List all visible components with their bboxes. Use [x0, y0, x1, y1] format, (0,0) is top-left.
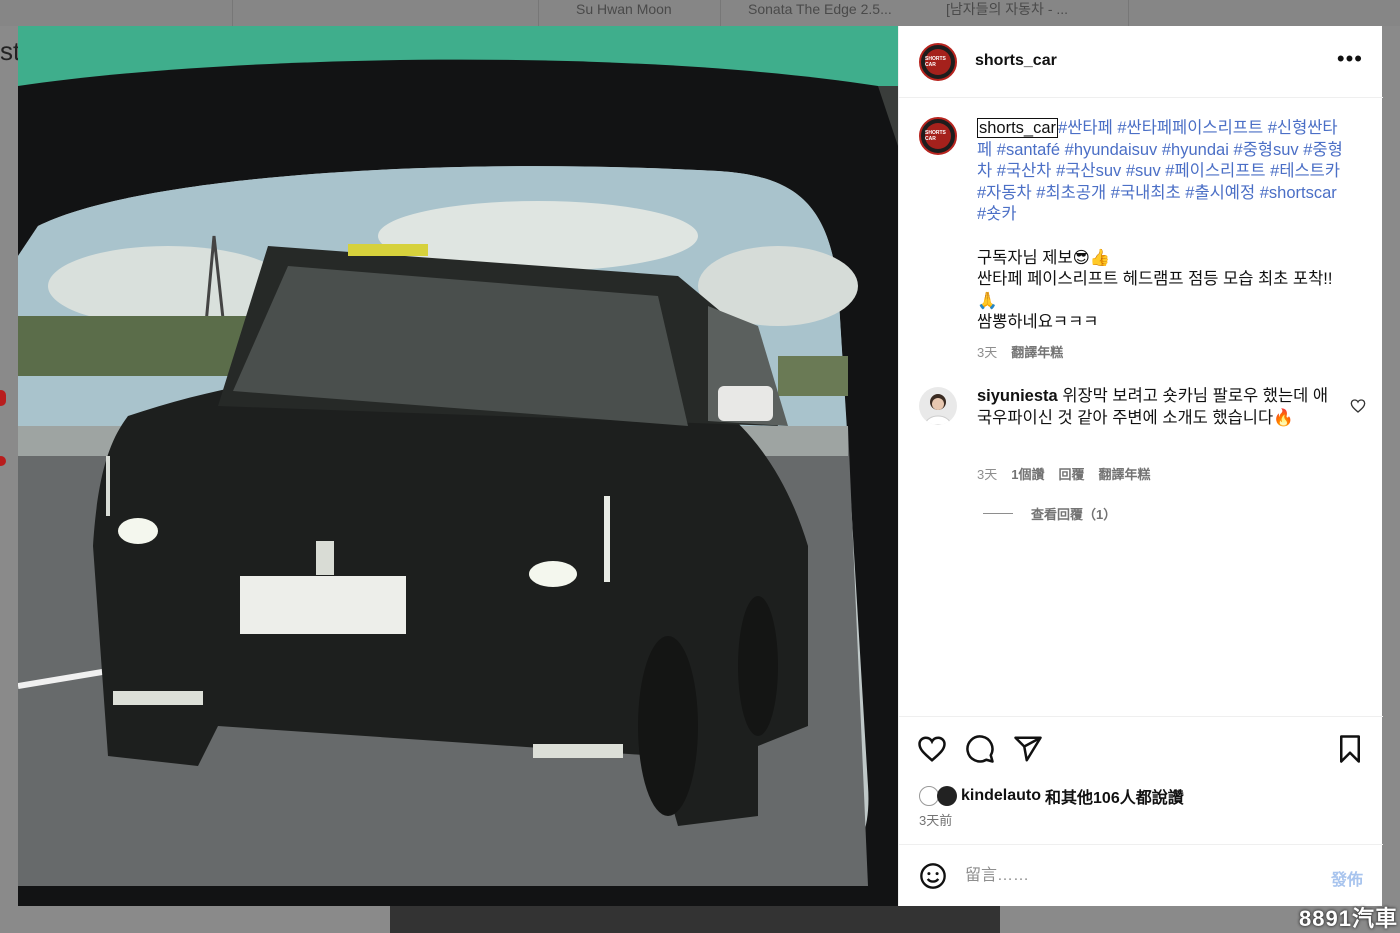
caption-username[interactable]: shorts_car: [977, 118, 1059, 138]
liker-avatar: [937, 786, 957, 806]
more-horizontal-icon[interactable]: •••: [1337, 48, 1363, 70]
caption-time[interactable]: 3天: [977, 342, 997, 361]
watermark-logo: 8891汽車: [1299, 906, 1398, 931]
first-liker[interactable]: kindelauto: [961, 787, 1041, 805]
comment-icon[interactable]: [965, 734, 995, 764]
background-tab[interactable]: Su Hwan Moon: [576, 0, 716, 26]
post-caption: shorts_car #싼타페 #싼타페페이스리프트 #신형싼타페 #santaf…: [977, 118, 1349, 334]
post-modal: SHORTS CAR shorts_car ••• SHORTS CAR sho…: [18, 26, 1383, 906]
post-actions: [899, 716, 1383, 776]
replies-divider: [983, 513, 1013, 514]
post-time[interactable]: 3天前: [919, 810, 952, 829]
post-comment-button[interactable]: 發佈: [1331, 866, 1363, 890]
view-replies-button[interactable]: 查看回覆（1）: [983, 504, 1116, 523]
post-username[interactable]: shorts_car: [975, 52, 1057, 70]
post-header: SHORTS CAR shorts_car •••: [899, 26, 1383, 98]
background-marker: [0, 390, 6, 406]
comment-meta: 3天 1個讚 回覆 翻譯年糕: [977, 464, 1151, 483]
smiley-icon[interactable]: [919, 862, 947, 890]
comment-box: 發佈: [899, 844, 1383, 906]
caption-body: 구독자님 제보😎👍 싼타페 페이스리프트 헤드램프 점등 모습 최초 포착!!🙏…: [977, 248, 1333, 332]
background-image: [390, 905, 1000, 933]
comment: siyuniesta 위장막 보려고 숏카님 팔로우 했는데 애국우파이신 것 …: [977, 386, 1337, 429]
comment-translate-link[interactable]: 翻譯年糕: [1098, 464, 1150, 483]
commenter-avatar[interactable]: [919, 387, 957, 425]
background-tab[interactable]: Sonata The Edge 2.5...: [748, 0, 908, 26]
profile-avatar[interactable]: SHORTS CAR: [919, 43, 957, 81]
paper-plane-icon[interactable]: [1013, 734, 1043, 764]
background-tab[interactable]: [남자들의 자동차 - ...: [946, 0, 1116, 26]
comment-time[interactable]: 3天: [977, 464, 997, 483]
caption-translate-link[interactable]: 翻譯年糕: [1011, 342, 1063, 361]
caption-meta: 3天 翻譯年糕: [977, 342, 1063, 361]
side-mirror-photo: [18, 26, 898, 906]
background-marker: [0, 456, 6, 466]
bookmark-icon[interactable]: [1335, 734, 1365, 764]
comment-likes[interactable]: 1個讚: [1011, 464, 1044, 483]
liker-avatar: [919, 786, 939, 806]
comment-reply-link[interactable]: 回覆: [1058, 464, 1084, 483]
likes-count-text[interactable]: 和其他106人都說讚: [1045, 784, 1184, 808]
view-replies-label: 查看回覆（1）: [1031, 507, 1117, 522]
comment-username[interactable]: siyuniesta: [977, 387, 1058, 405]
post-photo[interactable]: [18, 26, 898, 906]
post-side-panel: SHORTS CAR shorts_car ••• SHORTS CAR sho…: [898, 26, 1383, 906]
heart-icon[interactable]: [917, 734, 947, 764]
background-tab-bar: Su Hwan Moon Sonata The Edge 2.5... [남자들…: [0, 0, 1400, 26]
likes-summary: kindelauto 和其他106人都說讚: [919, 784, 1184, 808]
caption-avatar[interactable]: SHORTS CAR: [919, 117, 957, 155]
comment-input[interactable]: [965, 863, 1305, 889]
comment-heart-icon[interactable]: [1350, 398, 1366, 414]
